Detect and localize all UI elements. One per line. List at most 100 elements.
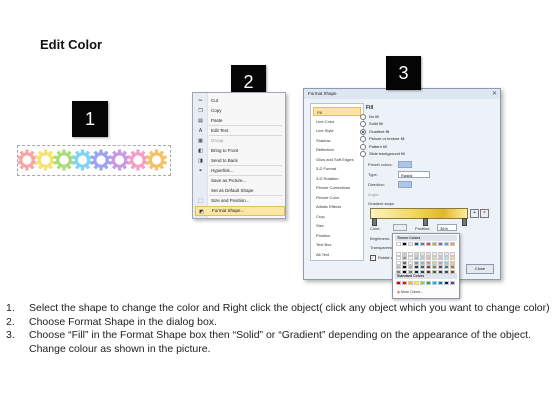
color-swatch[interactable] <box>396 260 401 265</box>
color-swatch[interactable] <box>402 242 407 246</box>
color-swatch[interactable] <box>426 265 431 269</box>
close-button[interactable]: Close <box>466 264 494 274</box>
color-swatch[interactable] <box>402 269 407 274</box>
color-swatch[interactable] <box>402 265 407 269</box>
color-swatch[interactable] <box>438 251 443 256</box>
more-colors-link[interactable]: ◉ More Colors... <box>397 290 423 294</box>
gradient-stop-handle[interactable] <box>462 218 467 226</box>
color-swatch[interactable] <box>450 260 455 265</box>
color-swatch[interactable] <box>426 251 431 256</box>
color-swatch[interactable] <box>396 256 401 260</box>
color-swatch[interactable] <box>444 269 449 274</box>
gradient-stop-handle[interactable] <box>372 218 377 226</box>
dialog-nav-item[interactable]: Crop <box>313 212 361 221</box>
dialog-nav-item[interactable]: Alt Text <box>313 250 361 259</box>
color-picker-button[interactable] <box>393 224 407 231</box>
color-swatch[interactable] <box>408 256 413 260</box>
context-menu-item[interactable]: ▦ Group <box>195 136 283 146</box>
color-swatch[interactable] <box>420 260 425 265</box>
color-swatch[interactable] <box>444 260 449 265</box>
dialog-nav-item[interactable]: Artistic Effects <box>313 202 361 211</box>
color-swatch[interactable] <box>438 281 443 285</box>
color-swatch[interactable] <box>414 256 419 260</box>
dialog-nav-item[interactable]: Reflection <box>313 145 361 154</box>
color-swatch[interactable] <box>444 256 449 260</box>
color-swatch[interactable] <box>414 242 419 246</box>
context-menu-item[interactable]: ⬚ Size and Position... <box>195 196 283 206</box>
gear-shape[interactable] <box>18 149 38 171</box>
color-swatch[interactable] <box>450 242 455 246</box>
color-swatch[interactable] <box>450 281 455 285</box>
color-swatch[interactable] <box>432 242 437 246</box>
remove-stop-icon[interactable]: × <box>480 209 489 218</box>
dialog-nav-item[interactable]: Line Color <box>313 117 361 126</box>
gear-shape[interactable] <box>90 149 112 171</box>
color-swatch[interactable] <box>420 269 425 274</box>
context-menu-item[interactable]: ❐ Copy <box>195 106 283 116</box>
context-menu-item[interactable]: ◩ Format Shape... <box>195 206 285 216</box>
gear-shape[interactable] <box>53 149 75 171</box>
color-swatch[interactable] <box>426 242 431 246</box>
fill-option-radio[interactable]: Picture or texture fill <box>360 136 404 143</box>
color-swatch[interactable] <box>438 256 443 260</box>
color-swatch[interactable] <box>396 251 401 256</box>
color-swatch[interactable] <box>450 251 455 256</box>
gear-shapes[interactable] <box>18 144 170 176</box>
color-swatch[interactable] <box>432 265 437 269</box>
color-swatch[interactable] <box>396 265 401 269</box>
color-swatch[interactable] <box>438 265 443 269</box>
color-swatch[interactable] <box>438 269 443 274</box>
color-swatch[interactable] <box>396 269 401 274</box>
color-swatch[interactable] <box>408 281 413 285</box>
color-swatch[interactable] <box>432 269 437 274</box>
dialog-nav-item[interactable]: Picture Corrections <box>313 183 361 192</box>
color-swatch[interactable] <box>432 251 437 256</box>
dialog-nav-item[interactable]: Position <box>313 231 361 240</box>
color-swatch[interactable] <box>426 256 431 260</box>
color-swatch[interactable] <box>414 281 419 285</box>
color-swatch[interactable] <box>450 265 455 269</box>
color-swatch[interactable] <box>414 269 419 274</box>
color-swatch[interactable] <box>438 260 443 265</box>
color-swatch[interactable] <box>396 242 401 246</box>
dialog-nav-item[interactable]: Fill <box>313 107 361 116</box>
fill-option-radio[interactable]: Slide background fill <box>360 151 405 157</box>
color-swatch[interactable] <box>450 269 455 274</box>
color-swatch[interactable] <box>402 256 407 260</box>
fill-option-radio[interactable]: Pattern fill <box>360 143 387 150</box>
gear-shape[interactable] <box>35 149 56 171</box>
dialog-nav-item[interactable]: Picture Color <box>313 193 361 202</box>
color-swatch[interactable] <box>426 269 431 274</box>
color-swatch[interactable] <box>420 265 425 269</box>
color-swatch[interactable] <box>414 265 419 269</box>
color-swatch[interactable] <box>408 251 413 256</box>
add-stop-icon[interactable]: + <box>470 209 479 218</box>
context-menu-item[interactable]: Save as Picture... <box>195 176 283 186</box>
gear-shape[interactable] <box>109 149 130 171</box>
color-swatch[interactable] <box>408 242 413 246</box>
dialog-nav-item[interactable]: Size <box>313 221 361 230</box>
gear-shape[interactable] <box>127 149 149 171</box>
context-menu-item[interactable]: ◧ Bring to Front <box>195 146 283 156</box>
color-swatch[interactable] <box>414 251 419 256</box>
gradient-stops-bar[interactable] <box>370 208 468 219</box>
position-input[interactable]: 36% <box>437 224 457 231</box>
color-swatch[interactable] <box>426 260 431 265</box>
context-menu-item[interactable]: ✂ Cut <box>195 96 283 106</box>
color-swatch[interactable] <box>432 281 437 285</box>
close-icon[interactable]: ✕ <box>492 90 497 98</box>
dialog-nav-item[interactable]: 3-D Rotation <box>313 174 361 183</box>
color-swatch[interactable] <box>444 265 449 269</box>
color-swatch[interactable] <box>432 260 437 265</box>
color-swatch[interactable] <box>444 281 449 285</box>
color-swatch[interactable] <box>408 260 413 265</box>
color-swatch[interactable] <box>432 256 437 260</box>
color-swatch[interactable] <box>444 251 449 256</box>
dialog-nav-item[interactable]: 3-D Format <box>313 164 361 173</box>
dialog-nav-item[interactable]: Glow and Soft Edges <box>313 155 361 164</box>
color-swatch[interactable] <box>414 260 419 265</box>
color-swatch[interactable] <box>408 265 413 269</box>
fill-option-radio[interactable]: Gradient fill <box>360 128 389 135</box>
direction-dropdown[interactable] <box>398 181 412 188</box>
color-swatch[interactable] <box>402 251 407 256</box>
